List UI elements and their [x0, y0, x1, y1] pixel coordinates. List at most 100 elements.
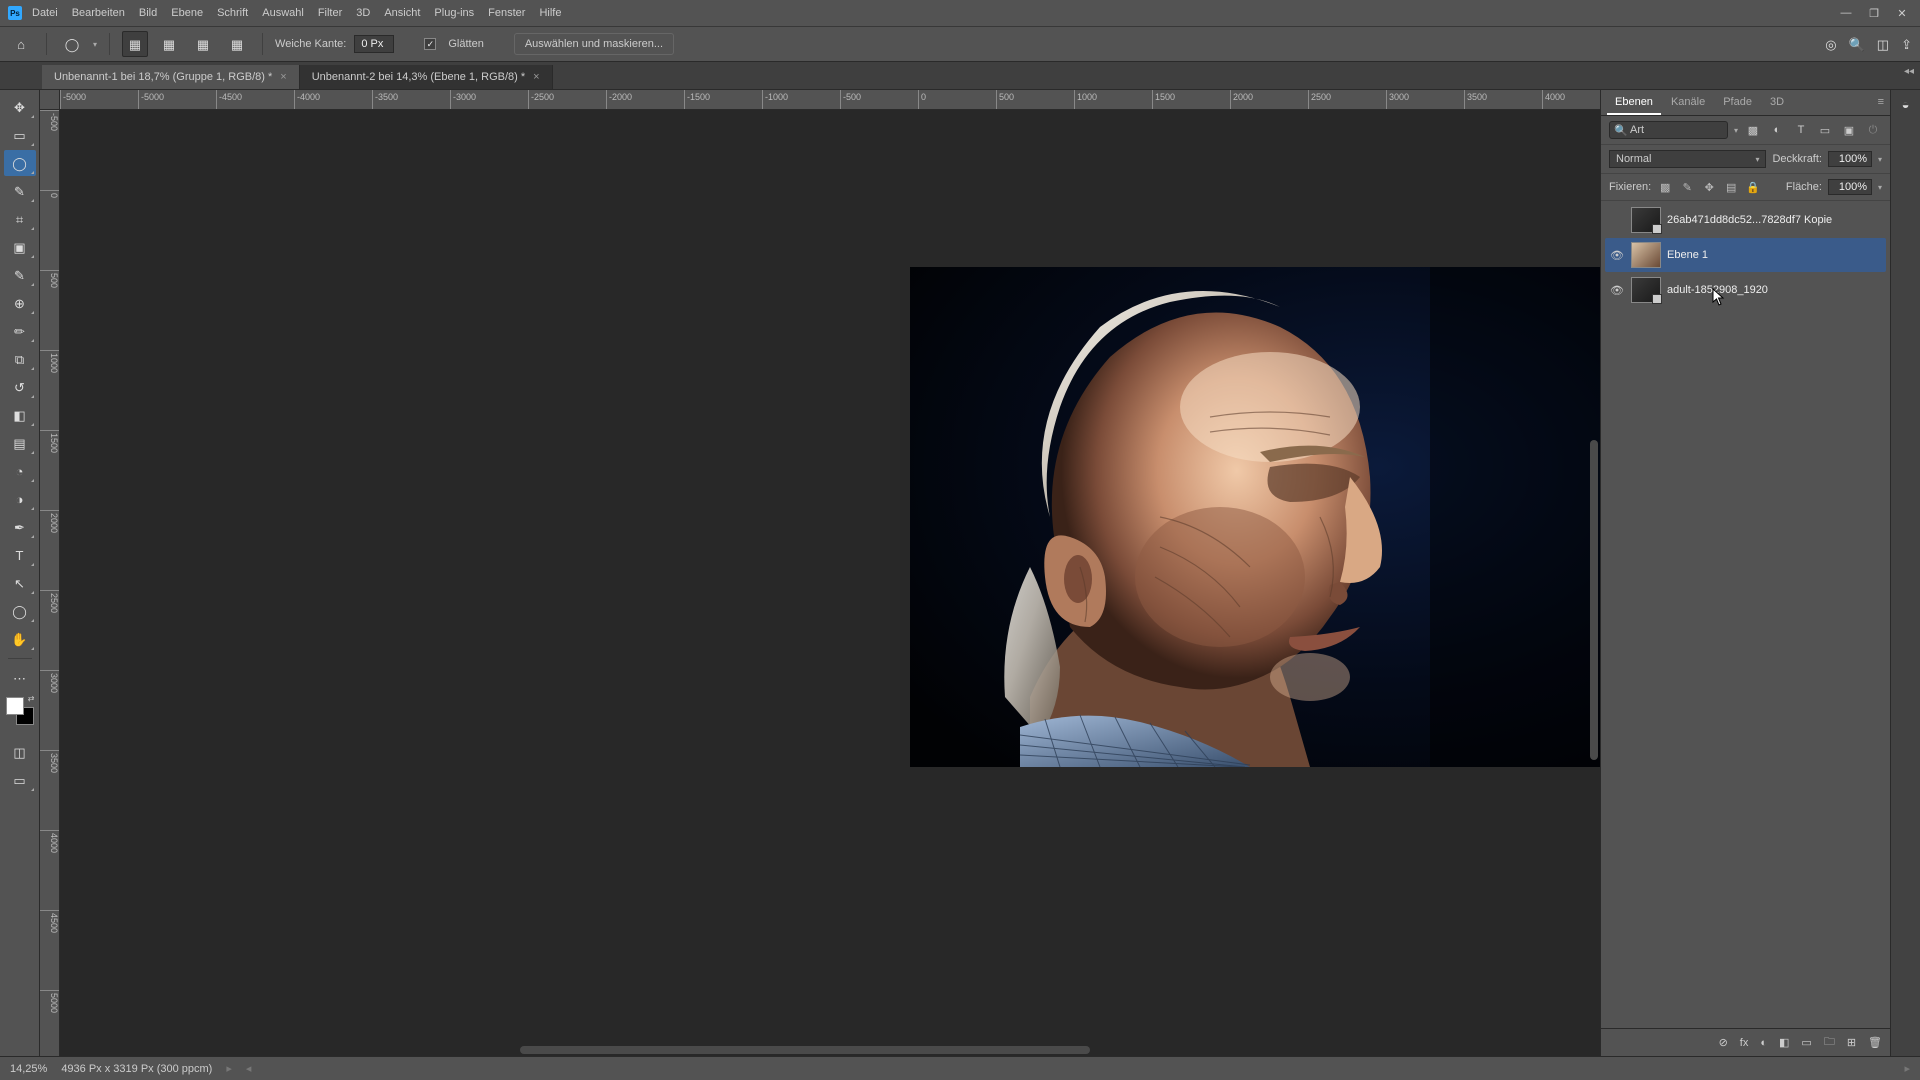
quick-mask-toggle[interactable]: ◫	[4, 739, 36, 765]
foreground-background-colors[interactable]: ⇄	[6, 697, 34, 725]
folder-icon[interactable]: 🗀	[1824, 1033, 1835, 1052]
lock-transparency-icon[interactable]: ▩	[1657, 181, 1673, 194]
filter-shape-icon[interactable]: ▭	[1816, 121, 1834, 139]
window-close[interactable]: ✕	[1892, 7, 1912, 20]
search-icon[interactable]: 🔍	[1849, 38, 1865, 51]
layer-filter-field[interactable]: 🔍 Art	[1609, 121, 1728, 139]
document-tab[interactable]: Unbenannt-2 bei 14,3% (Ebene 1, RGB/8) *…	[300, 65, 553, 89]
menu-bearbeiten[interactable]: Bearbeiten	[72, 7, 125, 19]
feather-field[interactable]: 0 Px	[354, 35, 394, 53]
new-layer-icon[interactable]: ⊞	[1847, 1036, 1856, 1049]
group-icon[interactable]: ▭	[1801, 1036, 1811, 1049]
layer-row[interactable]: 👁 Ebene 1	[1605, 238, 1886, 272]
selection-subtract-icon[interactable]: ▦	[190, 31, 216, 57]
close-tab-icon[interactable]: ×	[280, 71, 286, 83]
tab-layers[interactable]: Ebenen	[1607, 91, 1661, 115]
menu-schrift[interactable]: Schrift	[217, 7, 248, 19]
filter-type-icon[interactable]: T	[1792, 121, 1810, 139]
history-brush-tool[interactable]: ↺	[4, 374, 36, 400]
foreground-color-swatch[interactable]	[6, 697, 24, 715]
menu-ebene[interactable]: Ebene	[171, 7, 203, 19]
canvas-scrollbar-vertical[interactable]	[1590, 440, 1598, 760]
tool-preset-icon[interactable]: ◯	[59, 31, 85, 57]
clone-stamp-tool[interactable]: ⧉	[4, 346, 36, 372]
fx-icon[interactable]: fx	[1740, 1037, 1749, 1049]
layer-visibility-toggle[interactable]: 👁	[1609, 284, 1625, 297]
filter-pixel-icon[interactable]: ▩	[1744, 121, 1762, 139]
delete-icon[interactable]: 🗑	[1868, 1036, 1882, 1049]
document-canvas[interactable]	[60, 110, 1600, 1056]
lasso-tool[interactable]: ◯	[4, 150, 36, 176]
filter-adjust-icon[interactable]: ◐	[1768, 121, 1786, 139]
close-tab-icon[interactable]: ×	[533, 71, 539, 83]
ruler-horizontal[interactable]: -5000-5000-4500-4000-3500-3000-2500-2000…	[60, 90, 1600, 110]
menu-datei[interactable]: Datei	[32, 7, 58, 19]
move-tool[interactable]: ✥	[4, 94, 36, 120]
shape-tool[interactable]: ◯	[4, 598, 36, 624]
layer-thumbnail[interactable]	[1631, 207, 1661, 233]
zoom-level[interactable]: 14,25%	[10, 1063, 47, 1075]
lock-pixels-icon[interactable]: ✎	[1679, 181, 1695, 194]
document-tab[interactable]: Unbenannt-1 bei 18,7% (Gruppe 1, RGB/8) …	[42, 65, 300, 89]
ruler-origin[interactable]	[40, 90, 60, 110]
menu-fenster[interactable]: Fenster	[488, 7, 525, 19]
window-maximize[interactable]: ❐	[1864, 7, 1884, 20]
eyedropper-tool[interactable]: ✎	[4, 262, 36, 288]
workspace-icon[interactable]: ◫	[1877, 38, 1889, 51]
dodge-tool[interactable]: ◑	[4, 486, 36, 512]
status-scroll-right-icon[interactable]: ▸	[1904, 1062, 1910, 1075]
select-and-mask-button[interactable]: Auswählen und maskieren...	[514, 33, 674, 55]
marquee-tool[interactable]: ▭	[4, 122, 36, 148]
ruler-vertical[interactable]: -500050010001500200025003000350040004500…	[40, 110, 60, 1056]
adjustment-icon[interactable]: ◧	[1779, 1036, 1789, 1049]
lock-position-icon[interactable]: ✥	[1701, 181, 1717, 194]
layer-row[interactable]: 👁 adult-1852908_1920	[1605, 273, 1886, 307]
menu-plug-ins[interactable]: Plug-ins	[434, 7, 474, 19]
expand-panels-icon[interactable]: ◂◂	[1904, 66, 1914, 77]
mask-icon[interactable]: ◐	[1760, 1037, 1767, 1049]
layer-name[interactable]: adult-1852908_1920	[1667, 284, 1882, 296]
menu-bild[interactable]: Bild	[139, 7, 157, 19]
eraser-tool[interactable]: ◧	[4, 402, 36, 428]
blend-mode-dropdown[interactable]: Normal ▾	[1609, 150, 1766, 168]
menu-auswahl[interactable]: Auswahl	[262, 7, 304, 19]
crop-tool[interactable]: ⌗	[4, 206, 36, 232]
edit-toolbar[interactable]: ⋯	[4, 665, 36, 691]
canvas-scrollbar-horizontal[interactable]	[520, 1046, 1090, 1054]
layer-thumbnail[interactable]	[1631, 277, 1661, 303]
cloud-docs-icon[interactable]: ◎	[1825, 38, 1836, 51]
panel-menu-icon[interactable]: ≡	[1878, 96, 1884, 108]
tab-channels[interactable]: Kanäle	[1663, 91, 1713, 115]
path-select-tool[interactable]: ↖	[4, 570, 36, 596]
home-button[interactable]: ⌂	[8, 31, 34, 57]
status-scroll-left-icon[interactable]: ◂	[246, 1062, 252, 1075]
window-minimize[interactable]: —	[1836, 7, 1856, 20]
selection-add-icon[interactable]: ▦	[156, 31, 182, 57]
properties-panel-icon[interactable]: ◒	[1902, 98, 1910, 111]
healing-brush-tool[interactable]: ⊕	[4, 290, 36, 316]
fill-field[interactable]: 100%	[1828, 179, 1872, 195]
menu-ansicht[interactable]: Ansicht	[384, 7, 420, 19]
layer-visibility-toggle[interactable]: 👁	[1609, 249, 1625, 262]
antialias-checkbox[interactable]	[424, 38, 436, 50]
gradient-tool[interactable]: ▤	[4, 430, 36, 456]
layer-row[interactable]: 26ab471dd8dc52...7828df7 Kopie	[1605, 203, 1886, 237]
menu-3d[interactable]: 3D	[356, 7, 370, 19]
quick-select-tool[interactable]: ✎	[4, 178, 36, 204]
frame-tool[interactable]: ▣	[4, 234, 36, 260]
layer-name[interactable]: Ebene 1	[1667, 249, 1882, 261]
tab-paths[interactable]: Pfade	[1715, 91, 1760, 115]
link-icon[interactable]: ⊘	[1719, 1036, 1728, 1049]
blur-tool[interactable]: ◔	[4, 458, 36, 484]
swap-colors-icon[interactable]: ⇄	[28, 694, 35, 703]
screen-mode-toggle[interactable]: ▭	[4, 767, 36, 793]
type-tool[interactable]: T	[4, 542, 36, 568]
status-more-icon[interactable]: ▸	[226, 1062, 232, 1075]
tab-3d[interactable]: 3D	[1762, 91, 1792, 115]
lock-all-icon[interactable]: 🔒	[1745, 181, 1761, 194]
lock-artboard-icon[interactable]: ▤	[1723, 181, 1739, 194]
menu-filter[interactable]: Filter	[318, 7, 342, 19]
layer-name[interactable]: 26ab471dd8dc52...7828df7 Kopie	[1667, 214, 1882, 226]
selection-intersect-icon[interactable]: ▦	[224, 31, 250, 57]
pen-tool[interactable]: ✒	[4, 514, 36, 540]
